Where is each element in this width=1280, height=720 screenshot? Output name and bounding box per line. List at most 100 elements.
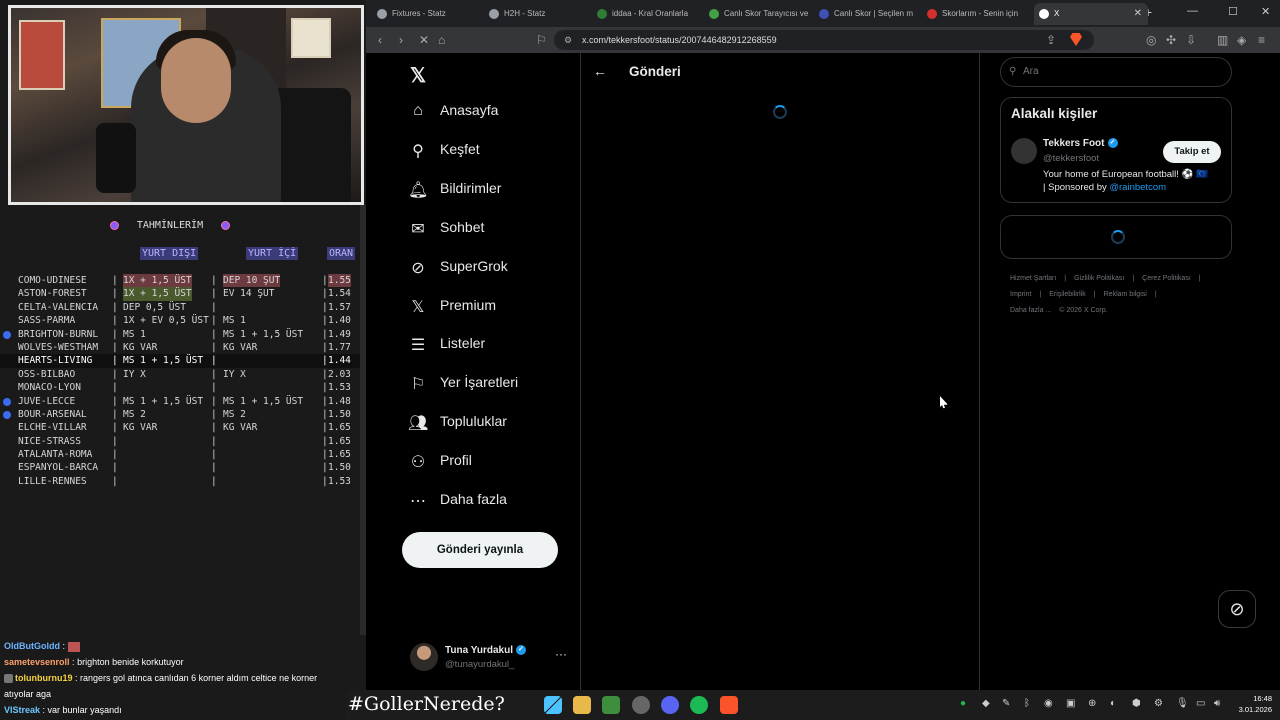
tray-icon[interactable]: ⊕ [1088,698,1096,709]
site-info-icon[interactable]: ⚙ [564,30,572,50]
chat-username[interactable]: OldButGoldd [4,641,60,651]
separator: | [211,449,217,461]
nav-item-premium[interactable]: 𝕏 Premium [408,292,578,322]
tray-icon[interactable]: ⚙ [1154,698,1163,709]
match-cell: BOUR-ARSENAL [18,408,87,420]
brave-taskbar-icon[interactable] [720,696,738,714]
maximize-button[interactable]: ☐ [1228,5,1238,18]
footer-link[interactable]: Gizlilik Politikası [1074,275,1124,282]
related-avatar[interactable] [1011,138,1037,164]
clock[interactable]: 16:48 3.01.2026 [1232,693,1272,715]
browser-tab[interactable]: Canlı Skor Tarayıcısı ve [704,3,810,25]
address-bar[interactable]: ⚙ x.com/tekkersfoot/status/2007446482912… [554,30,1094,50]
home-pick-cell: MS 1 + 1,5 ÜST [223,395,304,407]
obs-icon[interactable] [632,696,650,714]
back-arrow-icon[interactable]: ← [593,63,607,79]
bio-link[interactable]: @rainbetcom [1109,182,1166,193]
footer-separator: | [1039,291,1042,298]
header-home: YURT İÇİ [246,247,299,260]
nav-item-chat[interactable]: ✉ Sohbet [408,214,578,244]
nav-label: Yer İşaretleri [440,374,519,391]
start-icon[interactable] [544,696,562,714]
microphone-icon[interactable]: 🎙︎ [1176,698,1189,709]
discord-tray-icon[interactable]: ◉ [1044,698,1053,709]
nav-item-supergrok[interactable]: ⊘ SuperGrok [408,253,578,283]
bluetooth-icon[interactable]: ᛒ [1024,698,1030,709]
spotify-tray-icon[interactable]: ● [960,698,966,709]
nav-item-explore[interactable]: ⚲ Keşfet [408,136,578,166]
nav-item-notifications[interactable]: 🔔︎ Bildirimler [408,175,578,205]
footer-link[interactable]: Daha fazla ... [1010,307,1051,314]
chat-username[interactable]: sametevsenroll [4,657,70,667]
table-row: BRIGHTON-BURNL | MS 1 | MS 1 + 1,5 ÜST | 1.49 [0,328,362,341]
browser-tab[interactable]: H2H - Statz [484,3,588,25]
close-tab-icon[interactable]: ✕ [1134,3,1142,25]
tab-label: iddaa - Kral Oranlarla [612,9,689,18]
lists-icon: ☰ [410,337,426,355]
related-people-card: Alakalı kişiler Tekkers Foot ✓ @tekkersfo… [1000,97,1232,203]
close-window-button[interactable]: ✕ [1261,5,1270,18]
nav-item-bookmarks[interactable]: ⚐ Yer İşaretleri [408,369,578,399]
account-switcher[interactable]: Tuna Yurdakul ✓ @tunayurdakul_ ··· [410,641,580,677]
back-icon[interactable]: ‹ [378,33,382,47]
browser-tab[interactable]: Fixtures - Statz [372,3,476,25]
extensions-icon[interactable]: ✣ [1166,33,1176,47]
nav-item-lists[interactable]: ☰ Listeler [408,330,578,360]
related-name[interactable]: Tekkers Foot ✓ [1043,138,1118,149]
footer-link[interactable]: Imprint [1010,291,1031,298]
network-icon[interactable]: ▭ [1196,698,1205,709]
footer-link[interactable]: Hizmet Şartları [1010,275,1056,282]
table-row: SASS-PARMA | 1X + EV 0,5 ÜST | MS 1 | 1.40 [0,314,362,327]
more-options-icon[interactable]: ··· [555,647,567,661]
stop-loading-icon[interactable]: ✕ [419,33,429,47]
footer-link[interactable]: Erişilebilirlik [1049,291,1086,298]
file-explorer-icon[interactable] [573,696,591,714]
chat-username[interactable]: tolunburnu19 [15,673,73,683]
related-handle[interactable]: @tekkersfoot [1043,153,1099,164]
nav-item-more[interactable]: ⋯ Daha fazla [408,486,578,516]
browser-tab[interactable]: Skorlarım - Senin için [922,3,1032,25]
nav-item-home[interactable]: ⌂ Anasayfa [408,97,578,127]
nav-item-profile[interactable]: ⚇ Profil [408,447,578,477]
notepad-icon[interactable] [602,696,620,714]
browser-tab[interactable]: Canlı Skor | Seçilen m [814,3,920,25]
spotify-icon[interactable] [690,696,708,714]
grok-icon[interactable]: ⊘ [1218,590,1256,628]
chat-username[interactable]: VIStreak [4,705,40,715]
separator: | [112,368,118,380]
downloads-icon[interactable]: ⇩ [1186,33,1196,47]
wallet-icon[interactable]: ◈ [1237,33,1246,47]
share-icon[interactable]: ⇪ [1046,33,1056,47]
tray-icon[interactable]: ⬢ [1132,698,1141,709]
browser-tab[interactable]: X ✕ [1034,3,1148,25]
bookmark-icon[interactable]: ⚐ [536,33,547,47]
nav-item-communities[interactable]: 👥︎ Topluluklar [408,408,578,438]
match-cell: MONACO-LYON [18,382,81,394]
separator: | [211,422,217,434]
follow-button[interactable]: Takip et [1163,141,1221,163]
tray-icon[interactable]: ◆ [982,698,990,709]
sidebar-icon[interactable]: ▥ [1217,33,1228,47]
separator: | [322,315,328,327]
vpn-icon[interactable]: ◎ [1146,33,1156,47]
minimize-button[interactable]: — [1187,5,1198,17]
search-input[interactable]: ⚲ Ara [1000,57,1232,87]
footer-separator: | [1198,275,1201,282]
x-logo-icon[interactable]: 𝕏 [410,63,426,88]
tray-icon[interactable]: ▣ [1066,698,1075,709]
menu-icon[interactable]: ≡ [1258,33,1265,47]
tray-icon[interactable]: ✎ [1002,698,1010,709]
footer-link[interactable]: © 2026 X Corp. [1059,307,1107,314]
home-icon[interactable]: ⌂ [438,33,445,47]
volume-icon[interactable]: 🔊︎ [1214,698,1220,709]
browser-tab[interactable]: iddaa - Kral Oranlarla [592,3,700,25]
discord-icon[interactable] [661,696,679,714]
footer-link[interactable]: Reklam bilgisi [1104,291,1147,298]
odds-cell: 1.57 [328,301,351,313]
footer-link[interactable]: Çerez Politikası [1142,275,1191,282]
separator: | [322,408,328,420]
post-button[interactable]: Gönderi yayınla [402,532,558,568]
tray-icon[interactable]: ◐ [1110,698,1116,709]
forward-icon[interactable]: › [399,33,403,47]
home-pick-cell: KG VAR [223,422,258,434]
